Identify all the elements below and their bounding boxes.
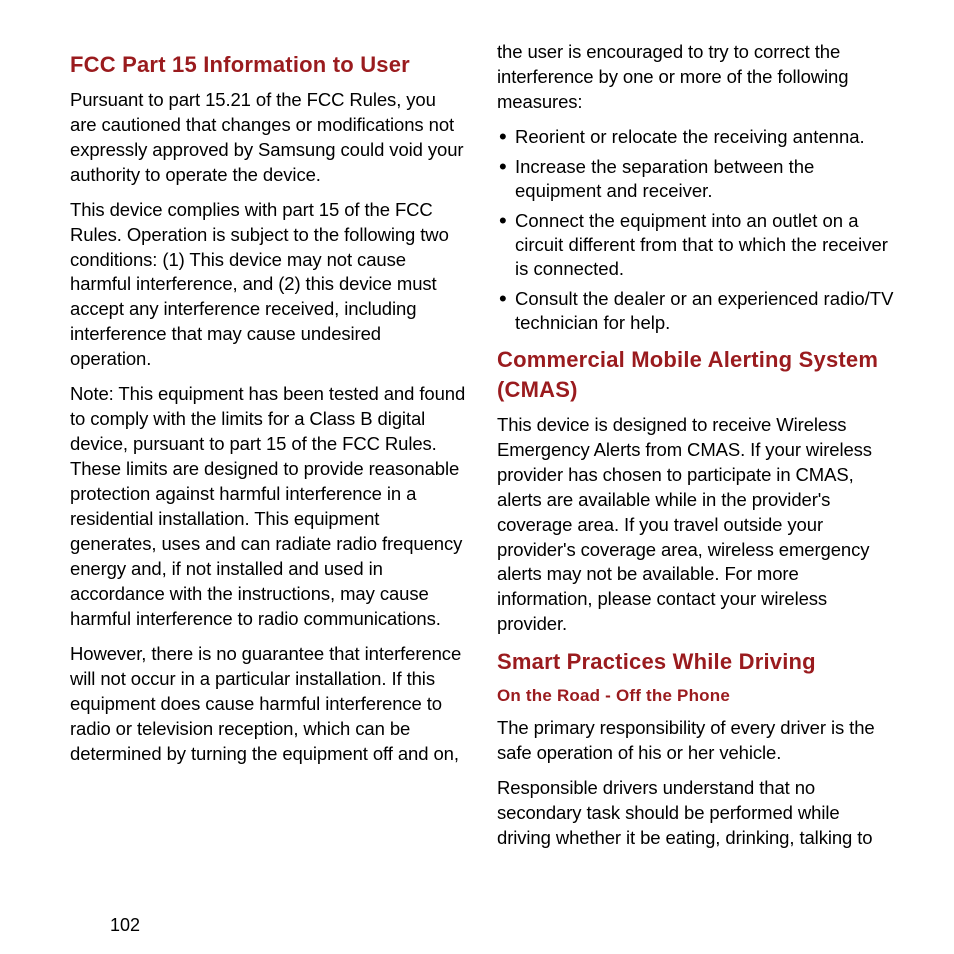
heading-fcc-part-15: FCC Part 15 Information to User bbox=[70, 50, 467, 80]
body-paragraph: The primary responsibility of every driv… bbox=[497, 716, 894, 766]
body-paragraph: Pursuant to part 15.21 of the FCC Rules,… bbox=[70, 88, 467, 188]
list-item: Connect the equipment into an outlet on … bbox=[497, 209, 894, 281]
body-paragraph: Note: This equipment has been tested and… bbox=[70, 382, 467, 632]
body-paragraph: This device is designed to receive Wirel… bbox=[497, 413, 894, 638]
document-page: FCC Part 15 Information to User Pursuant… bbox=[0, 0, 954, 954]
body-paragraph: However, there is no guarantee that inte… bbox=[70, 642, 467, 767]
subheading-on-the-road: On the Road - Off the Phone bbox=[497, 685, 894, 708]
left-column: FCC Part 15 Information to User Pursuant… bbox=[70, 40, 467, 934]
heading-smart-practices: Smart Practices While Driving bbox=[497, 647, 894, 677]
list-item: Consult the dealer or an experienced rad… bbox=[497, 287, 894, 335]
list-item: Increase the separation between the equi… bbox=[497, 155, 894, 203]
list-item: Reorient or relocate the receiving anten… bbox=[497, 125, 894, 149]
heading-cmas: Commercial Mobile Alerting System (CMAS) bbox=[497, 345, 894, 404]
bullet-list: Reorient or relocate the receiving anten… bbox=[497, 125, 894, 335]
page-number: 102 bbox=[110, 915, 140, 936]
body-paragraph: This device complies with part 15 of the… bbox=[70, 198, 467, 373]
right-column: the user is encouraged to try to correct… bbox=[497, 40, 894, 934]
body-paragraph: Responsible drivers understand that no s… bbox=[497, 776, 894, 851]
body-paragraph: the user is encouraged to try to correct… bbox=[497, 40, 894, 115]
